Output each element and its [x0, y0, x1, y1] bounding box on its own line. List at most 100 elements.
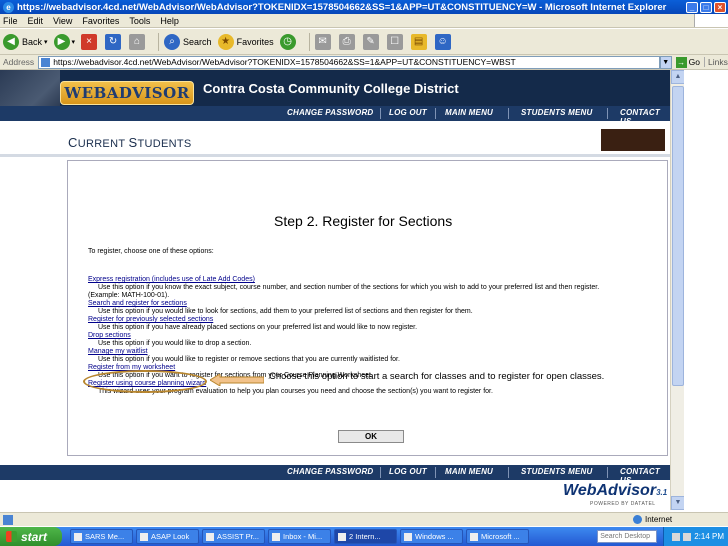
star-icon: ★ — [217, 33, 234, 50]
task-item[interactable]: Windows ... — [400, 529, 463, 544]
task-item[interactable]: Inbox - Mi... — [268, 529, 331, 544]
option-description: Use this option if you would like to dro… — [98, 340, 252, 347]
mail-button[interactable]: ✉ — [314, 33, 333, 50]
search-button[interactable]: ⌕ Search — [164, 33, 212, 50]
edit-button[interactable]: ✎ — [362, 33, 381, 50]
go-button[interactable]: → Go — [675, 56, 700, 68]
globe-icon — [633, 515, 642, 524]
page-right-blank — [684, 70, 728, 510]
chevron-down-icon: ▾ — [71, 38, 76, 46]
menu-help[interactable]: Help — [160, 16, 179, 26]
toolbar: ◀ Back ▾ ▶ ▾ × ↻ ⌂ ⌕ Search ★ Favorites … — [0, 29, 728, 55]
refresh-button[interactable]: ↻ — [105, 33, 123, 50]
back-button[interactable]: ◀ Back ▾ — [3, 33, 48, 50]
links-button[interactable]: Links — [704, 57, 728, 67]
site-header: WEBADVISOR Contra Costa Community Colleg… — [0, 70, 670, 126]
nav-divider — [508, 108, 509, 119]
address-label: Address — [3, 57, 35, 67]
messenger-button[interactable]: ☺ — [434, 33, 453, 50]
task-item-active[interactable]: 2 Intern... — [334, 529, 397, 544]
scroll-down-icon[interactable]: ▼ — [671, 496, 685, 510]
menu-favorites[interactable]: Favorites — [82, 16, 119, 26]
close-icon[interactable]: × — [714, 1, 726, 13]
nav-change-password[interactable]: CHANGE PASSWORD — [287, 467, 373, 476]
nav-students-menu[interactable]: STUDENTS MENU — [521, 108, 593, 117]
footer-webadvisor-logo: WebAdvisor3.1 — [563, 482, 668, 499]
nav-change-password[interactable]: CHANGE PASSWORD — [287, 108, 373, 117]
maximize-icon[interactable]: □ — [700, 1, 712, 13]
discuss-button[interactable]: ☐ — [386, 33, 405, 50]
tray-icon[interactable] — [683, 532, 692, 541]
window-title-bar[interactable]: e https://webadvisor.4cd.net/WebAdvisor/… — [0, 0, 728, 14]
task-item[interactable]: ASAP Look — [136, 529, 199, 544]
section-header: CURRENT STUDENTS — [0, 121, 670, 157]
option-description: Use this option if you would like to loo… — [98, 308, 473, 315]
nav-main-menu[interactable]: MAIN MENU — [445, 108, 493, 117]
nav-log-out[interactable]: LOG OUT — [389, 108, 427, 117]
callout-arrow-icon — [210, 374, 264, 386]
menu-bar: File Edit View Favorites Tools Help — [0, 14, 728, 28]
address-dropdown-icon[interactable]: ▼ — [659, 55, 672, 69]
tray-icon[interactable] — [672, 532, 681, 541]
menu-edit[interactable]: Edit — [28, 16, 44, 26]
refresh-icon: ↻ — [105, 33, 122, 50]
go-arrow-icon: → — [675, 56, 687, 68]
district-name: Contra Costa Community College District — [203, 81, 459, 96]
stop-button[interactable]: × — [81, 33, 99, 50]
app-icon — [140, 532, 148, 541]
ok-button[interactable]: OK — [338, 430, 404, 443]
discuss-icon: ☐ — [386, 33, 403, 50]
menu-tools[interactable]: Tools — [129, 16, 150, 26]
callout-text: Choose this option to start a search for… — [269, 371, 605, 382]
app-icon — [338, 532, 346, 541]
nav-main-menu[interactable]: MAIN MENU — [445, 467, 493, 476]
mail-icon: ✉ — [314, 33, 331, 50]
notes-icon: ▤ — [410, 33, 427, 50]
option-manage-waitlist[interactable]: Manage my waitlist — [88, 348, 668, 356]
task-item[interactable]: ASSIST Pr... — [202, 529, 265, 544]
main-content: Step 2. Register for Sections To registe… — [67, 160, 668, 456]
nav-students-menu[interactable]: STUDENTS MENU — [521, 467, 593, 476]
window-title: https://webadvisor.4cd.net/WebAdvisor/We… — [17, 1, 667, 13]
edit-icon: ✎ — [362, 33, 379, 50]
highlight-oval — [83, 370, 207, 393]
app-icon — [74, 532, 82, 541]
menu-file[interactable]: File — [3, 16, 18, 26]
home-icon: ⌂ — [129, 33, 146, 50]
vertical-scrollbar[interactable]: ▲ ▼ — [670, 70, 685, 510]
option-register-previously-selected[interactable]: Register for previously selected section… — [88, 316, 668, 324]
history-button[interactable]: ◷ — [279, 33, 298, 50]
history-icon: ◷ — [279, 33, 296, 50]
nav-divider — [435, 108, 436, 119]
address-input[interactable]: https://webadvisor.4cd.net/WebAdvisor/We… — [38, 55, 660, 69]
bottom-nav: CHANGE PASSWORD LOG OUT MAIN MENU STUDEN… — [0, 465, 670, 485]
option-express-registration[interactable]: Express registration (includes use of La… — [88, 276, 668, 284]
option-search-and-register[interactable]: Search and register for sections — [88, 300, 668, 308]
scroll-up-icon[interactable]: ▲ — [671, 70, 685, 84]
notes-button[interactable]: ▤ — [410, 33, 429, 50]
option-example: (Example: MATH-100-01). — [88, 292, 170, 299]
favorites-button[interactable]: ★ Favorites — [217, 33, 274, 50]
task-item[interactable]: SARS Me... — [70, 529, 133, 544]
messenger-icon: ☺ — [434, 33, 451, 50]
minimize-icon[interactable]: _ — [686, 1, 698, 13]
nav-log-out[interactable]: LOG OUT — [389, 467, 427, 476]
start-button[interactable]: start — [0, 527, 62, 546]
task-item[interactable]: Microsoft ... — [466, 529, 529, 544]
forward-button[interactable]: ▶ ▾ — [53, 33, 76, 50]
address-url: https://webadvisor.4cd.net/WebAdvisor/We… — [53, 57, 516, 67]
header-dark-box — [601, 129, 665, 151]
app-icon — [206, 532, 214, 541]
print-icon: ⎙ — [338, 33, 355, 50]
home-button[interactable]: ⌂ — [129, 33, 147, 50]
page-icon — [41, 57, 51, 67]
print-button[interactable]: ⎙ — [338, 33, 357, 50]
nav-divider — [607, 108, 608, 119]
menu-view[interactable]: View — [53, 16, 72, 26]
option-drop-sections[interactable]: Drop sections — [88, 332, 668, 340]
scroll-thumb[interactable] — [672, 86, 684, 386]
intro-text: To register, choose one of these options… — [88, 248, 214, 255]
chevron-down-icon: ▾ — [44, 38, 48, 46]
powered-by-text: POWERED BY DATATEL — [590, 501, 656, 507]
desktop-search-input[interactable]: Search Desktop — [597, 530, 658, 543]
